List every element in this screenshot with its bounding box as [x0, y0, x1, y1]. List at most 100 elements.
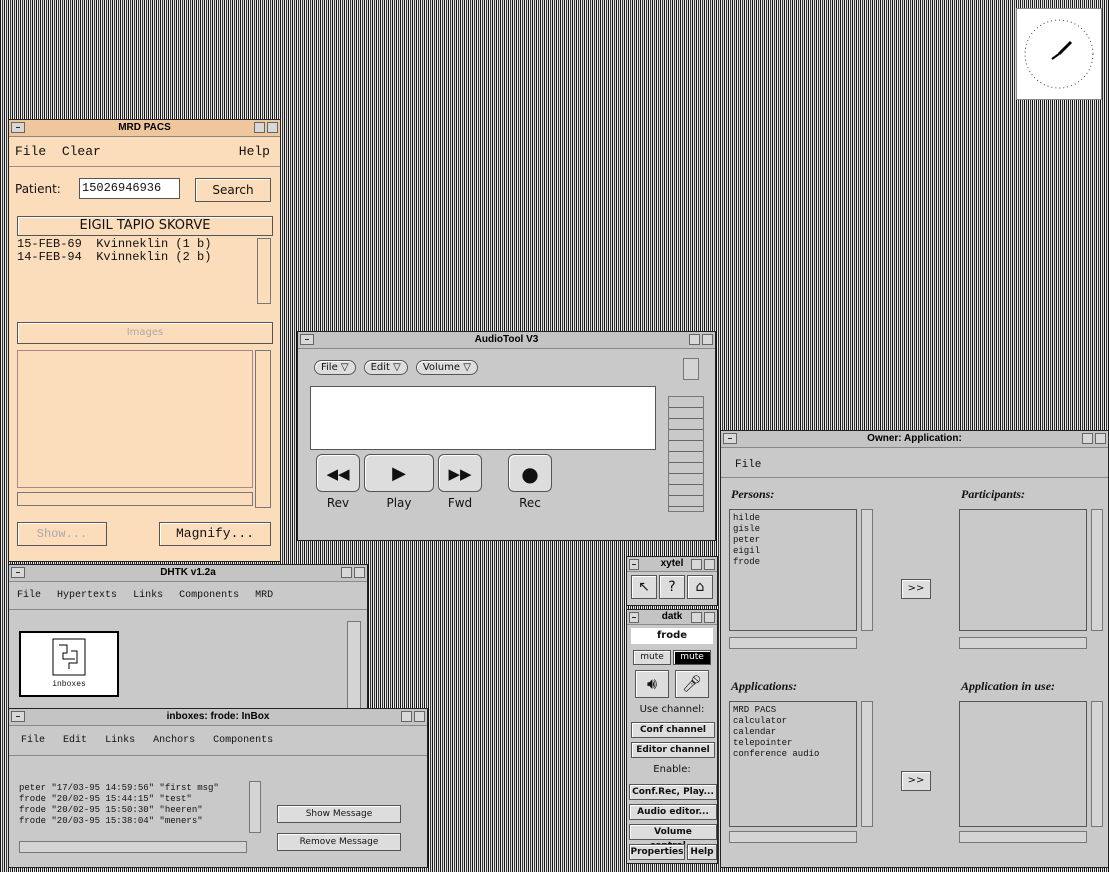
maximize-button[interactable]: [267, 122, 278, 133]
menu-components[interactable]: Components: [179, 590, 239, 601]
record-row[interactable]: 14-FEB-94 Kvinneklin (2 b): [17, 251, 257, 264]
maximize-button[interactable]: [704, 559, 715, 570]
show-button[interactable]: Show...: [17, 522, 107, 546]
audio-editor-button[interactable]: Audio editor...: [629, 804, 717, 820]
volume-control-button[interactable]: Volume control...: [629, 824, 717, 851]
title-bar[interactable]: – datk: [627, 610, 717, 625]
menu-edit[interactable]: Edit: [63, 735, 87, 746]
add-application-button[interactable]: >>: [901, 771, 931, 791]
menu-hypertexts[interactable]: Hypertexts: [57, 590, 117, 601]
file-menu-button[interactable]: File ▽: [314, 360, 356, 375]
editor-channel-button[interactable]: Editor channel: [631, 742, 715, 758]
menu-links[interactable]: Links: [105, 735, 135, 746]
dhtk-vscrollbar[interactable]: [347, 621, 361, 711]
messages-vscrollbar[interactable]: [249, 781, 261, 833]
menu-clear[interactable]: Clear: [62, 144, 101, 159]
title-bar[interactable]: – Owner: Application:: [721, 431, 1108, 448]
menu-file[interactable]: File: [17, 590, 41, 601]
message-row[interactable]: peter "17/03-95 14:59:56" "first msg": [19, 783, 247, 794]
images-hscrollbar[interactable]: [17, 492, 253, 506]
menu-links[interactable]: Links: [133, 590, 163, 601]
play-button[interactable]: ▶: [364, 454, 434, 492]
application-in-use-vscrollbar[interactable]: [1091, 701, 1103, 827]
maximize-button[interactable]: [354, 567, 365, 578]
patient-input[interactable]: 15026946936: [79, 178, 180, 199]
window-menu-button[interactable]: –: [723, 433, 737, 444]
minimize-button[interactable]: [691, 612, 702, 623]
application-in-use-hscrollbar[interactable]: [959, 831, 1087, 843]
minimize-button[interactable]: [691, 559, 702, 570]
home-icon[interactable]: ⌂: [687, 575, 713, 599]
application-item[interactable]: telepointer: [733, 738, 853, 749]
maximize-button[interactable]: [704, 612, 715, 623]
application-item[interactable]: calculator: [733, 716, 853, 727]
person-item[interactable]: gisle: [733, 524, 853, 535]
record-button[interactable]: ●: [508, 454, 552, 492]
menu-mrd[interactable]: MRD: [255, 590, 273, 601]
minimize-button[interactable]: [1082, 433, 1093, 444]
message-row[interactable]: frode "20/03-95 15:38:04" "meners": [19, 816, 247, 827]
application-item[interactable]: MRD PACS: [733, 705, 853, 716]
show-message-button[interactable]: Show Message: [277, 805, 401, 823]
application-item[interactable]: calendar: [733, 727, 853, 738]
title-bar[interactable]: – AudioTool V3: [298, 332, 715, 349]
pointer-icon[interactable]: ↖: [631, 575, 657, 599]
microphone-icon[interactable]: 🎤︎: [675, 670, 709, 698]
conf-channel-button[interactable]: Conf channel: [631, 722, 715, 738]
title-bar[interactable]: – DHTK v1.2a: [9, 565, 367, 582]
menu-help[interactable]: Help: [239, 144, 270, 159]
application-item[interactable]: conference audio: [733, 749, 853, 760]
title-bar[interactable]: – MRD PACS: [9, 120, 280, 137]
edit-menu-button[interactable]: Edit ▽: [363, 360, 408, 375]
records-scrollbar[interactable]: [257, 238, 271, 304]
window-menu-button[interactable]: –: [11, 122, 25, 133]
minimize-button[interactable]: [401, 711, 412, 722]
person-item[interactable]: peter: [733, 535, 853, 546]
conf-rec-play-button[interactable]: Conf.Rec, Play...: [629, 784, 717, 800]
menu-file[interactable]: File: [15, 144, 46, 159]
help-button[interactable]: Help: [687, 844, 717, 860]
maximize-button[interactable]: [414, 711, 425, 722]
window-menu-button[interactable]: –: [300, 334, 314, 345]
add-participant-button[interactable]: >>: [901, 579, 931, 599]
participants-vscrollbar[interactable]: [1091, 509, 1103, 631]
search-button[interactable]: Search: [195, 178, 271, 202]
title-bar[interactable]: – inboxes: frode: InBox: [9, 709, 427, 726]
magnify-button[interactable]: Magnify...: [159, 522, 271, 546]
title-bar[interactable]: – xytel: [627, 557, 717, 572]
volume-menu-button[interactable]: Volume ▽: [415, 360, 478, 375]
minimize-button[interactable]: [689, 334, 700, 345]
menu-components[interactable]: Components: [213, 735, 273, 746]
fast-forward-button[interactable]: ▶▶: [438, 454, 482, 492]
person-item[interactable]: hilde: [733, 513, 853, 524]
rewind-button[interactable]: ◀◀: [316, 454, 360, 492]
applications-hscrollbar[interactable]: [729, 831, 857, 843]
help-icon[interactable]: ?: [659, 575, 685, 599]
menu-file[interactable]: File: [735, 459, 761, 471]
minimize-button[interactable]: [254, 122, 265, 133]
person-item[interactable]: eigil: [733, 546, 853, 557]
menu-file[interactable]: File: [21, 735, 45, 746]
person-item[interactable]: frode: [733, 557, 853, 568]
mute-button-active[interactable]: mute: [673, 650, 711, 665]
persons-vscrollbar[interactable]: [861, 509, 873, 631]
menu-anchors[interactable]: Anchors: [153, 735, 195, 746]
window-menu-button[interactable]: –: [629, 612, 639, 623]
messages-hscrollbar[interactable]: [19, 841, 247, 853]
minimize-button[interactable]: [341, 567, 352, 578]
properties-button[interactable]: Properties: [629, 844, 685, 860]
remove-message-button[interactable]: Remove Message: [277, 833, 401, 851]
window-menu-button[interactable]: –: [629, 559, 639, 570]
mute-button[interactable]: mute: [633, 650, 671, 665]
maximize-button[interactable]: [702, 334, 713, 345]
persons-hscrollbar[interactable]: [729, 637, 857, 649]
speaker-icon[interactable]: 🔊︎: [635, 670, 669, 698]
window-menu-button[interactable]: –: [11, 711, 25, 722]
message-row[interactable]: frode "20/02-95 15:44:15" "test": [19, 794, 247, 805]
participants-hscrollbar[interactable]: [959, 637, 1087, 649]
applications-vscrollbar[interactable]: [861, 701, 873, 827]
inboxes-object[interactable]: inboxes: [19, 631, 119, 697]
window-menu-button[interactable]: –: [11, 567, 25, 578]
maximize-button[interactable]: [1095, 433, 1106, 444]
images-vscrollbar[interactable]: [255, 350, 271, 508]
